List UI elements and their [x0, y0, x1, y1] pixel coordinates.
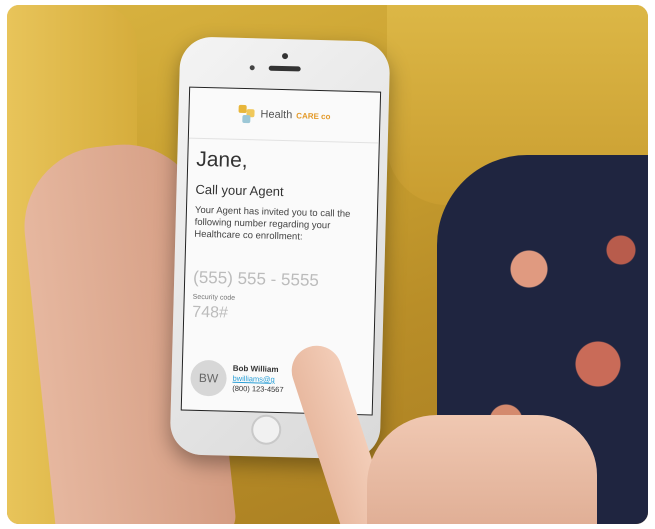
security-code: 748# — [192, 303, 229, 322]
smartphone: Health CARE co Jane, Call your Agent Your… — [169, 36, 391, 460]
front-camera — [281, 52, 289, 60]
greeting: Jane, — [195, 147, 248, 173]
home-button[interactable] — [250, 414, 282, 446]
phone-screen: Health CARE co Jane, Call your Agent Your… — [180, 86, 382, 416]
sensor-dot — [249, 65, 255, 71]
speaker-grille — [268, 65, 301, 72]
app-header: Health CARE co — [188, 87, 381, 144]
avatar: BW — [190, 359, 228, 397]
phone-number-link[interactable]: (555) 555 - 5555 — [193, 268, 319, 291]
logo-text: Health — [260, 108, 293, 122]
agent-phone[interactable]: (800) 123-4567 — [232, 384, 284, 395]
subtitle: Call your Agent — [195, 181, 284, 200]
right-hand — [367, 415, 597, 524]
agent-card: BW Bob William bwilliams@g (800) 123-456… — [190, 359, 284, 398]
logo-brand: CARE co — [296, 110, 331, 121]
message-body: Your Agent has invited you to call the f… — [194, 204, 351, 243]
background-photo: Health CARE co Jane, Call your Agent Your… — [7, 5, 648, 524]
agent-info: Bob William bwilliams@g (800) 123-4567 — [232, 364, 284, 395]
health-logo-icon — [238, 104, 256, 124]
security-code-label: Security code — [192, 293, 236, 302]
